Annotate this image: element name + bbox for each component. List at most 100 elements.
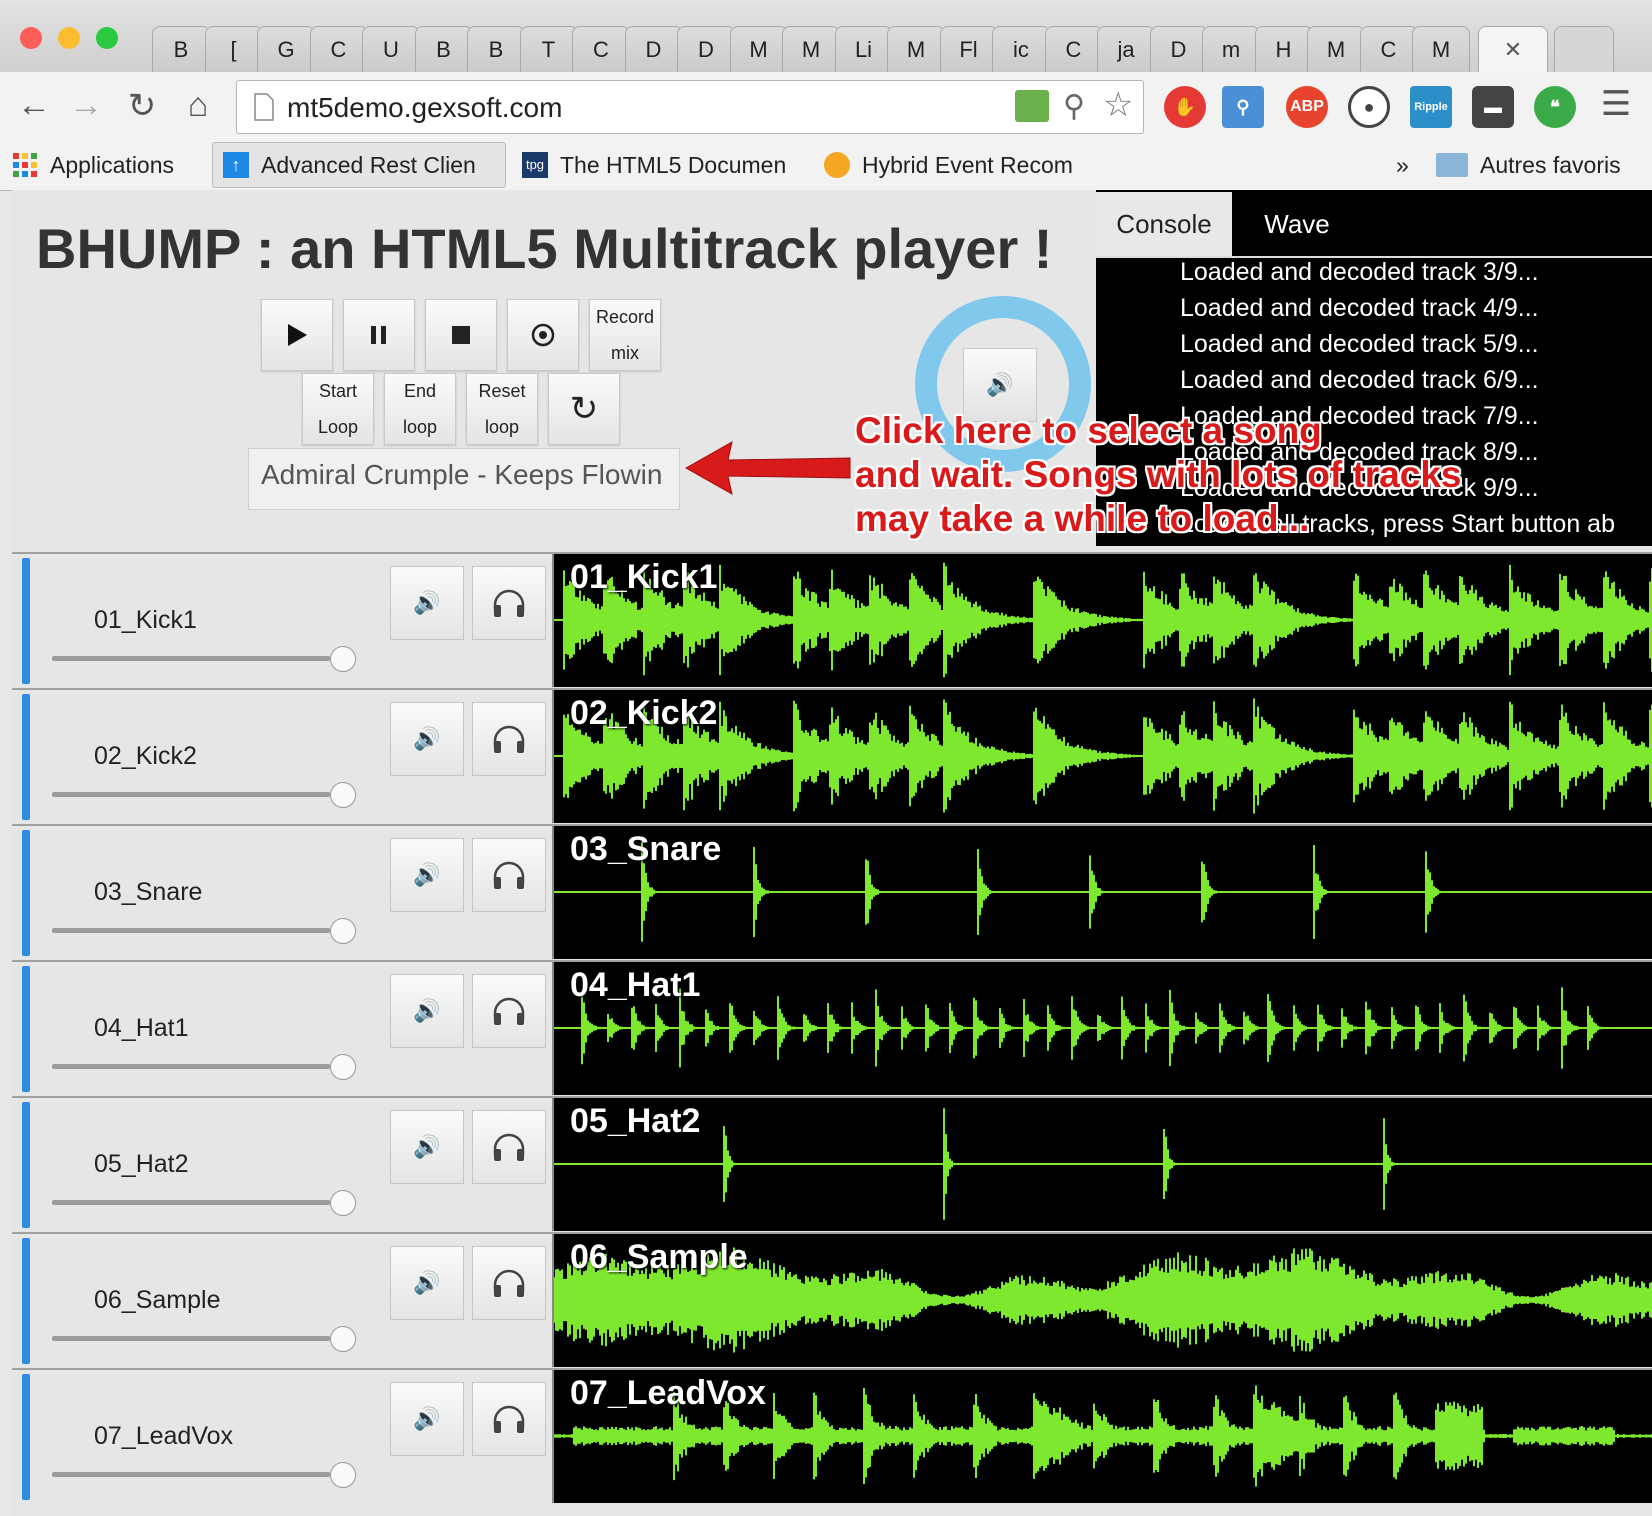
bookmarks-overflow-chevron-icon[interactable]: » <box>1396 142 1409 188</box>
track-solo-button[interactable] <box>472 566 546 640</box>
track-mute-button[interactable]: 🔊 <box>390 974 464 1048</box>
track-volume-knob[interactable] <box>330 1462 356 1488</box>
minimize-window-icon[interactable] <box>58 27 80 49</box>
url-text[interactable]: mt5demo.gexsoft.com <box>287 92 562 124</box>
track-mute-button[interactable]: 🔊 <box>390 1382 464 1456</box>
back-arrow-icon[interactable]: ← <box>14 86 54 125</box>
browser-tab[interactable]: m <box>1202 26 1260 72</box>
bookmark-applications[interactable]: Applications <box>12 142 174 188</box>
track-mute-button[interactable]: 🔊 <box>390 838 464 912</box>
browser-tab[interactable]: B <box>414 26 473 72</box>
track-volume-slider[interactable] <box>52 1336 330 1341</box>
play-button[interactable] <box>261 299 333 371</box>
start-loop-button[interactable]: Start Loop <box>302 373 374 445</box>
track-solo-button[interactable] <box>472 838 546 912</box>
bookmark-star-icon[interactable]: ☆ <box>1103 85 1133 125</box>
chat-bubble-icon[interactable]: ❝ <box>1534 86 1576 128</box>
browser-tab[interactable]: U <box>362 26 420 72</box>
record-button[interactable] <box>507 299 579 371</box>
end-loop-button[interactable]: End loop <box>384 373 456 445</box>
song-select[interactable]: Admiral Crumple - Keeps Flowin <box>248 448 680 510</box>
track-waveform[interactable]: 05_Hat2 <box>552 1098 1652 1231</box>
track-volume-slider[interactable] <box>52 656 330 661</box>
track-volume-knob[interactable] <box>330 1054 356 1080</box>
track-mute-button[interactable]: 🔊 <box>390 702 464 776</box>
track-volume-slider[interactable] <box>52 1064 330 1069</box>
loop-toggle-button[interactable]: ↻ <box>548 373 620 445</box>
track-volume-knob[interactable] <box>330 782 356 808</box>
track-mute-button[interactable]: 🔊 <box>390 1246 464 1320</box>
browser-tab[interactable]: B <box>152 26 210 72</box>
browser-tab[interactable]: ja <box>1097 26 1155 72</box>
target-icon[interactable]: ● <box>1348 86 1390 128</box>
stop-button[interactable] <box>425 299 497 371</box>
search-extension-icon[interactable]: ⚲ <box>1222 86 1264 128</box>
track-volume-slider[interactable] <box>52 1200 330 1205</box>
browser-tab[interactable]: ic <box>992 26 1050 72</box>
reload-icon[interactable]: ↻ <box>122 86 162 126</box>
browser-tab[interactable]: M <box>729 26 788 72</box>
track-waveform[interactable]: 06_Sample <box>552 1234 1652 1367</box>
bookmark-other-favorites[interactable]: Autres favoris <box>1436 142 1621 188</box>
forward-arrow-icon[interactable]: → <box>66 86 106 125</box>
track-volume-knob[interactable] <box>330 646 356 672</box>
track-mute-button[interactable]: 🔊 <box>390 1110 464 1184</box>
browser-tab[interactable]: T <box>519 26 578 72</box>
new-tab-button[interactable] <box>1554 26 1614 72</box>
close-tab-icon[interactable]: ✕ <box>1504 37 1522 63</box>
home-icon[interactable]: ⌂ <box>178 86 218 125</box>
track-volume-knob[interactable] <box>330 1326 356 1352</box>
browser-tab[interactable]: H <box>1254 26 1313 72</box>
tab-console[interactable]: Console <box>1096 192 1232 256</box>
menu-icon[interactable]: ☰ <box>1596 84 1636 124</box>
ripple-icon[interactable]: Ripple <box>1410 86 1452 128</box>
tab-active[interactable]: ✕ <box>1478 26 1548 72</box>
browser-tab[interactable]: M <box>887 26 945 72</box>
track-volume-slider[interactable] <box>52 792 330 797</box>
browser-tab[interactable]: G <box>257 26 315 72</box>
maximize-window-icon[interactable] <box>96 27 118 49</box>
track-solo-button[interactable] <box>472 1246 546 1320</box>
record-mix-button[interactable]: Record mix <box>589 299 661 371</box>
browser-tab[interactable]: M <box>1307 26 1365 72</box>
bookmark-hybrid-event[interactable]: Hybrid Event Recom <box>824 142 1100 188</box>
close-window-icon[interactable] <box>20 27 42 49</box>
browser-tab[interactable]: M <box>1412 26 1470 72</box>
bookmark-html5-doc[interactable]: tpg The HTML5 Documen <box>522 142 800 188</box>
track-solo-button[interactable] <box>472 1382 546 1456</box>
browser-tab[interactable]: M <box>782 26 840 72</box>
track-waveform[interactable]: 02_Kick2 <box>552 690 1652 823</box>
tab-wave[interactable]: Wave <box>1232 192 1362 256</box>
track-solo-button[interactable] <box>472 974 546 1048</box>
browser-tab[interactable]: D <box>1149 26 1208 72</box>
browser-tab[interactable]: D <box>677 26 735 72</box>
browser-tab[interactable]: C <box>1359 26 1418 72</box>
browser-tab[interactable]: D <box>624 26 683 72</box>
browser-tab[interactable]: Li <box>834 26 893 72</box>
track-waveform[interactable]: 01_Kick1 <box>552 554 1652 687</box>
pause-button[interactable] <box>343 299 415 371</box>
track-waveform[interactable]: 04_Hat1 <box>552 962 1652 1095</box>
track-volume-slider[interactable] <box>52 928 330 933</box>
track-waveform[interactable]: 03_Snare <box>552 826 1652 959</box>
mask-icon[interactable]: ▬ <box>1472 86 1514 128</box>
track-waveform[interactable]: 07_LeadVox <box>552 1370 1652 1503</box>
stop-hand-icon[interactable]: ✋ <box>1164 86 1206 128</box>
adblock-icon[interactable]: ABP <box>1286 86 1328 128</box>
track-volume-slider[interactable] <box>52 1472 330 1477</box>
reset-loop-button[interactable]: Reset loop <box>466 373 538 445</box>
browser-tab[interactable]: Fl <box>939 26 998 72</box>
browser-tab[interactable]: [ <box>204 26 263 72</box>
browser-tab[interactable]: C <box>309 26 368 72</box>
browser-tab[interactable]: C <box>572 26 630 72</box>
track-volume-knob[interactable] <box>330 918 356 944</box>
track-volume-knob[interactable] <box>330 1190 356 1216</box>
browser-tab[interactable]: B <box>467 26 525 72</box>
track-solo-button[interactable] <box>472 1110 546 1184</box>
track-solo-button[interactable] <box>472 702 546 776</box>
bookmark-advanced-rest-client[interactable]: ↑ Advanced Rest Clien <box>212 142 506 188</box>
reader-icon[interactable] <box>1015 90 1049 122</box>
search-icon[interactable]: ⚲ <box>1063 89 1085 124</box>
browser-tab[interactable]: C <box>1044 26 1103 72</box>
address-bar[interactable]: mt5demo.gexsoft.com ⚲ ☆ <box>236 80 1144 134</box>
